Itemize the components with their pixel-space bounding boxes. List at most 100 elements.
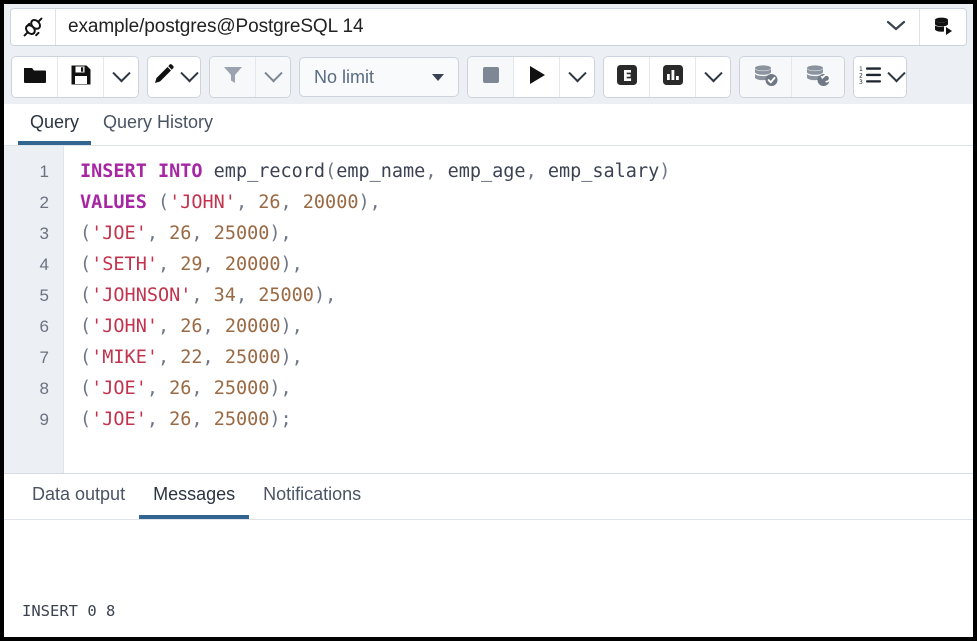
chevron-down-icon — [885, 18, 907, 37]
tab-messages-label: Messages — [153, 484, 235, 505]
code-token: , — [236, 285, 258, 306]
edit-button[interactable] — [148, 57, 200, 97]
code-token: ), — [281, 254, 303, 275]
line-number: 9 — [4, 404, 63, 435]
explain-analyze-chart-icon — [661, 63, 685, 92]
explain-button[interactable] — [604, 57, 650, 97]
plug-icon — [11, 9, 56, 45]
code-token: 25000 — [214, 409, 270, 430]
stop-square-icon — [481, 65, 501, 90]
code-token: 26 — [169, 223, 191, 244]
code-token: emp_name — [336, 161, 425, 182]
code-token: 'MIKE' — [91, 347, 158, 368]
line-number: 3 — [4, 218, 63, 249]
code-token: 'JOHN' — [169, 192, 236, 213]
explain-button-group — [603, 56, 731, 98]
save-file-button[interactable] — [58, 57, 104, 97]
code-token: , — [147, 378, 169, 399]
chevron-down-icon — [704, 64, 722, 82]
code-token: , — [191, 409, 213, 430]
code-token: 25000 — [214, 378, 270, 399]
messages-panel: INSERT 0 8 Query returned successfully i… — [4, 519, 973, 637]
save-icon — [70, 64, 92, 91]
explain-e-icon — [615, 63, 639, 92]
chevron-down-icon — [180, 64, 198, 82]
code-token: ( — [80, 316, 91, 337]
code-token: 20000 — [303, 192, 359, 213]
code-token: ), — [281, 316, 303, 337]
stop-query-button[interactable] — [468, 57, 514, 97]
code-token: ( — [80, 347, 91, 368]
code-token: VALUES — [80, 192, 147, 213]
chevron-down-icon — [887, 64, 905, 82]
tab-query-history[interactable]: Query History — [91, 104, 225, 145]
explain-analyze-button[interactable] — [650, 57, 696, 97]
tab-messages[interactable]: Messages — [139, 474, 249, 519]
code-token: emp_record — [214, 161, 325, 182]
code-line: ('JOE', 26, 25000), — [80, 218, 973, 249]
execute-button-group — [467, 56, 595, 98]
code-line: INSERT INTO emp_record(emp_name, emp_age… — [80, 156, 973, 187]
code-token: 25000 — [214, 223, 270, 244]
line-number: 5 — [4, 280, 63, 311]
tab-data-output-label: Data output — [32, 484, 125, 505]
tab-notifications[interactable]: Notifications — [249, 474, 375, 519]
execute-query-button[interactable] — [514, 57, 560, 97]
connection-selector-group: example/postgres@PostgreSQL 14 — [10, 8, 967, 46]
code-token: ( — [80, 409, 91, 430]
code-line: ('SETH', 29, 20000), — [80, 249, 973, 280]
tab-query-label: Query — [30, 112, 79, 133]
connection-dropdown[interactable]: example/postgres@PostgreSQL 14 — [56, 9, 919, 45]
save-dropdown-button[interactable] — [104, 57, 138, 97]
message-insert-result: INSERT 0 8 — [22, 596, 973, 626]
code-line: ('JOHN', 26, 20000), — [80, 311, 973, 342]
code-token: 26 — [180, 316, 202, 337]
code-token: , — [147, 223, 169, 244]
code-token: 26 — [258, 192, 280, 213]
code-token: 26 — [169, 378, 191, 399]
code-token: 29 — [180, 254, 202, 275]
code-line: ('MIKE', 22, 25000), — [80, 342, 973, 373]
database-connect-icon[interactable] — [919, 9, 966, 45]
code-line: ('JOHNSON', 34, 25000), — [80, 280, 973, 311]
code-token: , — [191, 378, 213, 399]
code-token: , — [203, 316, 225, 337]
code-token: INSERT INTO — [80, 161, 203, 182]
code-token — [203, 161, 214, 182]
rollback-button[interactable] — [792, 57, 844, 97]
tab-data-output[interactable]: Data output — [18, 474, 139, 519]
chevron-down-icon — [568, 64, 586, 82]
filter-button[interactable] — [210, 57, 256, 97]
code-token: 'JOE' — [91, 409, 147, 430]
output-tab-bar: Data output Messages Notifications — [4, 473, 973, 519]
execute-dropdown-button[interactable] — [560, 57, 594, 97]
database-commit-check-icon — [753, 63, 779, 92]
code-token: 25000 — [225, 347, 281, 368]
code-token: , — [158, 254, 180, 275]
macros-button[interactable]: 1 2 3 — [854, 57, 906, 97]
query-toolbar: No limit — [4, 50, 973, 104]
line-number: 4 — [4, 249, 63, 280]
filter-dropdown-button[interactable] — [256, 57, 290, 97]
code-token: , — [281, 192, 303, 213]
code-token: ), — [358, 192, 380, 213]
commit-button[interactable] — [740, 57, 792, 97]
sql-editor[interactable]: 123456789 INSERT INTO emp_record(emp_nam… — [4, 146, 973, 473]
code-line: ('JOE', 26, 25000), — [80, 373, 973, 404]
sql-code-area[interactable]: INSERT INTO emp_record ( emp_name, emp_age… — [64, 146, 973, 473]
code-token: 26 — [169, 409, 191, 430]
chevron-down-icon — [264, 64, 282, 82]
code-token: 25000 — [258, 285, 314, 306]
code-token: ), — [281, 347, 303, 368]
code-token: ( — [147, 192, 169, 213]
code-token: ( — [80, 285, 91, 306]
explain-dropdown-button[interactable] — [696, 57, 730, 97]
code-token: 34 — [214, 285, 236, 306]
code-token: emp_age — [448, 161, 526, 182]
file-button-group — [11, 56, 139, 98]
chevron-down-icon — [112, 64, 130, 82]
tab-query[interactable]: Query — [18, 104, 91, 145]
code-token: ( — [80, 223, 91, 244]
row-limit-select[interactable]: No limit — [299, 57, 459, 97]
open-file-button[interactable] — [12, 57, 58, 97]
